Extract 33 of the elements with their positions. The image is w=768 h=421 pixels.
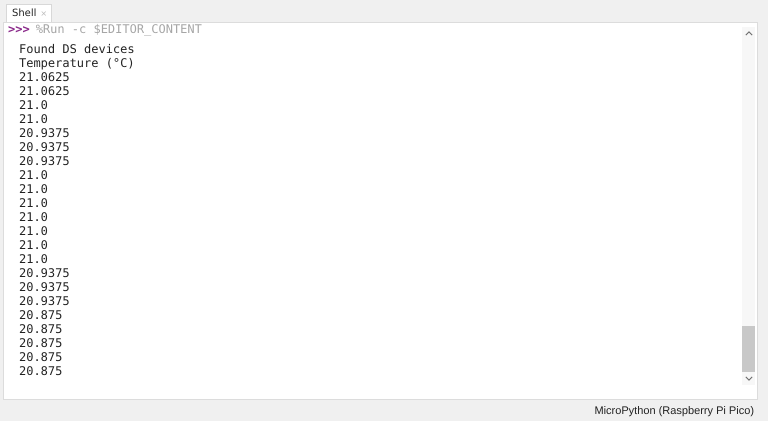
shell-tab[interactable]: Shell × bbox=[6, 4, 52, 22]
tab-label: Shell bbox=[12, 8, 36, 19]
output-line: 21.0 bbox=[19, 98, 49, 112]
output-line: 20.9375 bbox=[19, 294, 71, 308]
output-line: Found DS devices bbox=[19, 42, 136, 56]
output-line: 21.0 bbox=[19, 196, 49, 210]
output-line: 21.0 bbox=[19, 252, 49, 266]
scroll-down-icon[interactable] bbox=[744, 376, 752, 381]
output-line: 20.9375 bbox=[19, 126, 71, 140]
output-line: 20.9375 bbox=[19, 280, 71, 294]
scroll-up-icon[interactable] bbox=[744, 31, 752, 36]
output-line: 21.0 bbox=[19, 182, 49, 196]
output-line: 21.0 bbox=[19, 224, 49, 238]
output-line: 20.875 bbox=[19, 364, 64, 378]
output-line: 20.9375 bbox=[19, 266, 71, 280]
output-line: Temperature (°C) bbox=[19, 56, 136, 70]
output-line: 20.875 bbox=[19, 322, 64, 336]
output-line: 21.0 bbox=[19, 168, 49, 182]
vertical-scrollbar[interactable] bbox=[742, 27, 755, 385]
shell-prompt: >>> bbox=[8, 23, 30, 38]
output-line: 21.0 bbox=[19, 112, 49, 126]
output-line: 20.875 bbox=[19, 336, 64, 350]
output-line: 21.0625 bbox=[19, 84, 71, 98]
output-line: 20.9375 bbox=[19, 154, 71, 168]
scrollbar-thumb[interactable] bbox=[742, 326, 755, 372]
output-line: 21.0 bbox=[19, 238, 49, 252]
output-line: 20.9375 bbox=[19, 140, 71, 154]
command-text: %Run -c $EDITOR_CONTENT bbox=[36, 23, 202, 38]
output-line: 20.875 bbox=[19, 308, 64, 322]
output-line: 21.0 bbox=[19, 210, 49, 224]
interpreter-label[interactable]: MicroPython (Raspberry Pi Pico) bbox=[594, 404, 754, 416]
output-line: 20.875 bbox=[19, 350, 64, 364]
output-line: 21.0625 bbox=[19, 70, 71, 84]
